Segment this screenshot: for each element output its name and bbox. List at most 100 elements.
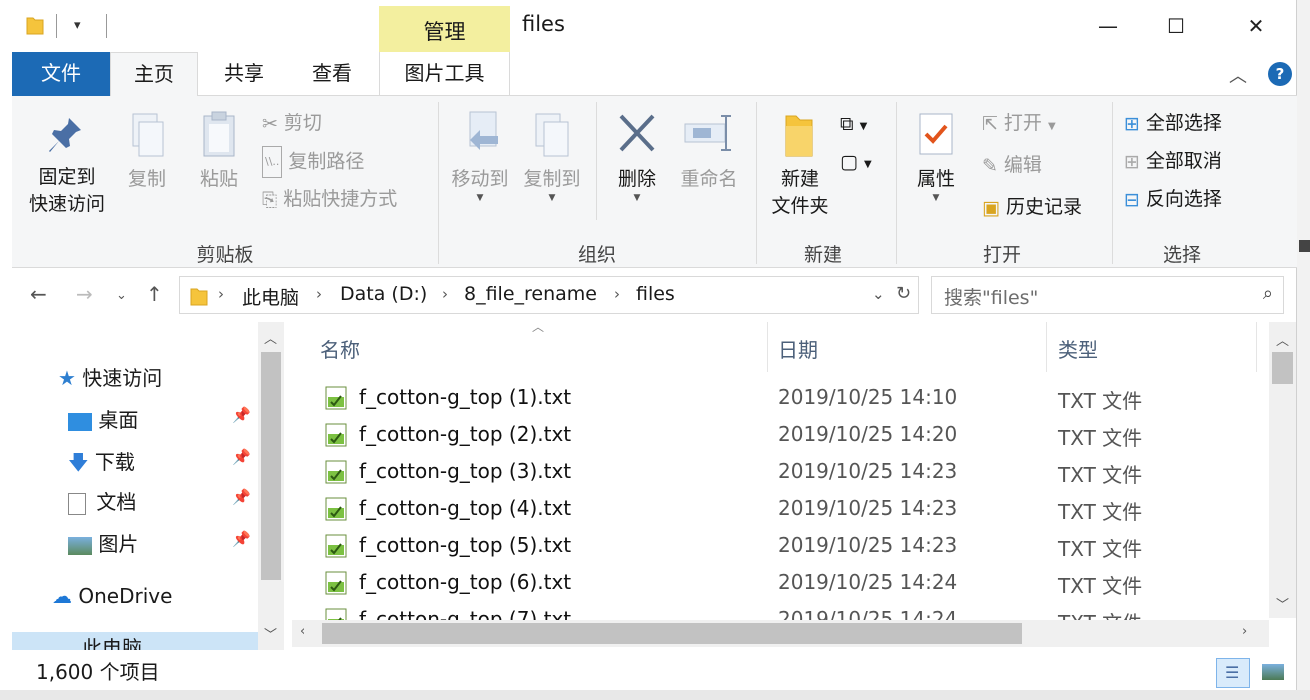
details-view-button[interactable]: ☰: [1216, 658, 1250, 688]
search-icon[interactable]: ⌕: [1263, 283, 1273, 304]
new-item-button[interactable]: ⧉ ▼: [840, 108, 867, 138]
pin-icon[interactable]: 📌: [232, 406, 251, 424]
select-none-label: 全部取消: [1145, 150, 1222, 172]
ribbon-tab-row: 文件 主页 共享 查看 图片工具 ︿ ?: [12, 52, 1297, 97]
breadcrumb-this-pc[interactable]: 此电脑: [242, 283, 299, 310]
collapse-ribbon-icon[interactable]: ︿: [1229, 62, 1247, 88]
recent-locations-icon[interactable]: ⌄: [116, 288, 127, 303]
column-header-name[interactable]: 名称: [320, 334, 360, 363]
scroll-up-icon[interactable]: ︿: [264, 328, 277, 347]
column-divider[interactable]: [1256, 322, 1257, 372]
select-all-label: 全部选择: [1145, 112, 1222, 134]
delete-label: 删除: [617, 168, 656, 190]
tab-file[interactable]: 文件: [12, 52, 110, 96]
minimize-button[interactable]: —: [1086, 8, 1130, 44]
tab-picture-tools[interactable]: 图片工具: [379, 52, 510, 96]
paste-button[interactable]: 粘贴: [188, 110, 250, 193]
nav-item-downloads[interactable]: 🡇 下载: [68, 446, 135, 482]
copy-button[interactable]: 复制: [116, 110, 178, 193]
file-row[interactable]: f_cotton-g_top (7).txt 2019/10/25 14:24 TX…: [302, 602, 1267, 620]
copy-to-button[interactable]: 复制到 ▼: [518, 110, 586, 203]
select-none-icon: ⊞: [1124, 150, 1140, 173]
copy-to-label: 复制到: [523, 168, 581, 190]
nav-item-desktop[interactable]: 桌面: [68, 404, 138, 433]
breadcrumb-folder[interactable]: 8_file_rename: [464, 283, 597, 305]
back-button[interactable]: ←: [30, 282, 47, 306]
move-to-button[interactable]: 移动到 ▼: [446, 110, 514, 203]
nav-item-pictures[interactable]: 图片: [68, 528, 138, 557]
pin-icon[interactable]: 📌: [232, 530, 251, 548]
file-row[interactable]: f_cotton-g_top (3).txt 2019/10/25 14:23 TX…: [302, 454, 1267, 491]
column-divider[interactable]: [767, 322, 768, 372]
select-all-button[interactable]: ⊞ 全部选择: [1124, 108, 1222, 138]
scroll-left-icon[interactable]: ‹: [300, 624, 305, 639]
column-header-type[interactable]: 类型: [1058, 334, 1098, 363]
horizontal-scroll-thumb[interactable]: [322, 623, 1022, 644]
history-icon: ▣: [982, 196, 1000, 219]
nav-scrollbar[interactable]: ︿ ﹀: [258, 322, 284, 650]
delete-button[interactable]: 删除 ▼: [606, 110, 668, 203]
breadcrumb-chevron-icon[interactable]: ›: [442, 285, 448, 303]
up-button[interactable]: ↑: [146, 282, 163, 306]
rename-button[interactable]: 重命名: [674, 110, 744, 193]
address-dropdown-icon[interactable]: ⌄: [872, 285, 885, 303]
edit-button[interactable]: ✎ 编辑: [982, 150, 1042, 180]
scroll-down-icon[interactable]: ﹀: [1276, 594, 1289, 613]
close-button[interactable]: ✕: [1234, 8, 1278, 44]
paste-shortcut-button[interactable]: ⎘ 粘贴快捷方式: [262, 184, 397, 214]
new-folder-button[interactable]: 新建 文件夹: [764, 110, 836, 220]
file-row[interactable]: f_cotton-g_top (2).txt 2019/10/25 14:20 TX…: [302, 417, 1267, 454]
pin-icon[interactable]: 📌: [232, 448, 251, 466]
search-box[interactable]: 搜索"files" ⌕: [931, 276, 1284, 314]
nav-scroll-thumb[interactable]: [261, 352, 281, 580]
history-button[interactable]: ▣ 历史记录: [982, 192, 1082, 222]
breadcrumb-chevron-icon[interactable]: ›: [316, 285, 322, 303]
refresh-icon[interactable]: ↻: [896, 283, 911, 304]
file-name: f_cotton-g_top (6).txt: [359, 570, 572, 594]
breadcrumb-chevron-icon[interactable]: ›: [614, 285, 620, 303]
file-row[interactable]: f_cotton-g_top (4).txt 2019/10/25 14:23 TX…: [302, 491, 1267, 528]
column-divider[interactable]: [1046, 322, 1047, 372]
column-header-date[interactable]: 日期: [778, 334, 818, 363]
file-row[interactable]: f_cotton-g_top (1).txt 2019/10/25 14:10 TX…: [302, 380, 1267, 417]
tab-home[interactable]: 主页: [110, 52, 198, 97]
maximize-button[interactable]: ☐: [1154, 8, 1198, 44]
search-input[interactable]: 搜索"files": [944, 283, 1038, 310]
scroll-right-icon[interactable]: ›: [1242, 624, 1247, 639]
file-row[interactable]: f_cotton-g_top (6).txt 2019/10/25 14:24 TX…: [302, 565, 1267, 602]
easy-access-button[interactable]: ▢ ▼: [840, 146, 872, 176]
context-tab-manage[interactable]: 管理: [379, 6, 510, 52]
tab-view[interactable]: 查看: [290, 52, 374, 96]
address-bar[interactable]: › 此电脑 › Data (D:) › 8_file_rename › file…: [179, 276, 919, 314]
select-none-button[interactable]: ⊞ 全部取消: [1124, 146, 1222, 176]
scroll-down-icon[interactable]: ﹀: [264, 624, 277, 643]
nav-item-documents[interactable]: 文档: [68, 486, 136, 515]
file-list-horizontal-scrollbar[interactable]: ‹ ›: [292, 620, 1269, 647]
forward-button[interactable]: →: [76, 282, 93, 306]
help-icon[interactable]: ?: [1268, 62, 1292, 86]
pin-icon[interactable]: 📌: [232, 488, 251, 506]
file-list-vertical-scrollbar[interactable]: ︿ ﹀: [1269, 322, 1296, 618]
group-label-open: 打开: [982, 244, 1021, 266]
folder-icon[interactable]: [26, 14, 44, 36]
copy-path-button[interactable]: \\.. 复制路径: [262, 146, 364, 178]
nav-quick-access[interactable]: ★ 快速访问: [58, 362, 162, 391]
properties-button[interactable]: 属性 ▼: [908, 110, 964, 203]
nav-this-pc[interactable]: 此电脑: [12, 632, 258, 650]
vertical-scroll-thumb[interactable]: [1272, 352, 1293, 384]
download-icon: 🡇: [68, 450, 89, 474]
file-row[interactable]: f_cotton-g_top (5).txt 2019/10/25 14:23 TX…: [302, 528, 1267, 565]
ribbon: 固定到 快速访问 复制 粘贴 ✂ 剪切 \\.. 复制路径 ⎘ 粘贴快捷方式 剪…: [12, 96, 1297, 268]
open-button[interactable]: ⇱ 打开 ▼: [982, 108, 1056, 138]
tab-share[interactable]: 共享: [204, 52, 284, 96]
large-icons-view-button[interactable]: [1256, 658, 1290, 688]
nav-onedrive[interactable]: ☁ OneDrive: [52, 584, 172, 608]
pin-to-quick-access-button[interactable]: 固定到 快速访问: [22, 114, 112, 218]
breadcrumb-drive[interactable]: Data (D:): [340, 283, 427, 305]
breadcrumb-current[interactable]: files: [636, 283, 675, 305]
cut-button[interactable]: ✂ 剪切: [262, 108, 322, 138]
customize-quick-access-icon[interactable]: ▾: [74, 18, 81, 33]
breadcrumb-chevron-icon[interactable]: ›: [218, 285, 224, 303]
invert-selection-button[interactable]: ⊟ 反向选择: [1124, 184, 1222, 214]
scroll-up-icon[interactable]: ︿: [1276, 330, 1289, 349]
